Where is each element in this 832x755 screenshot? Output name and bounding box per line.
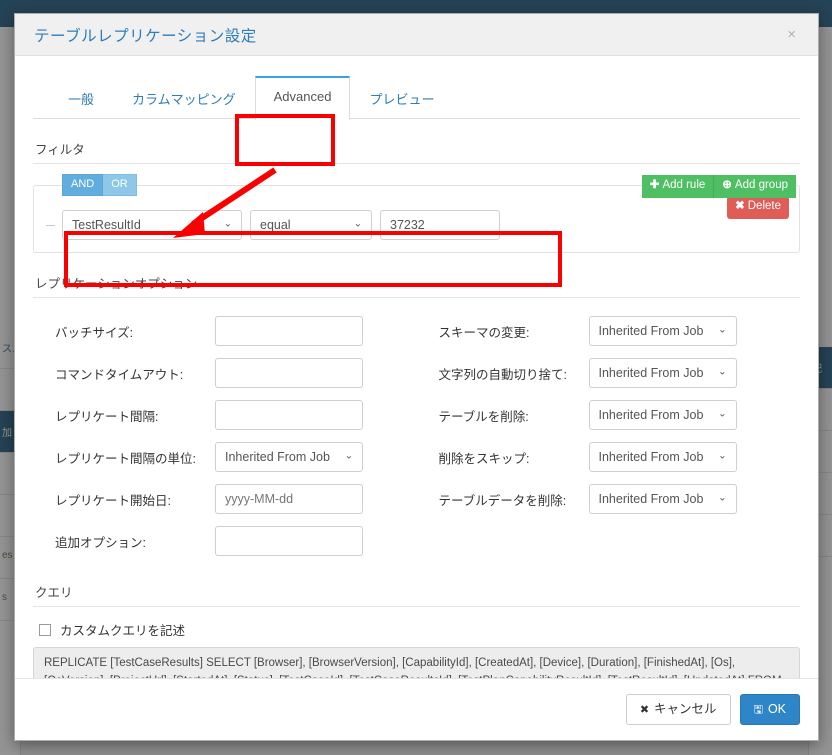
cross-icon: ✖ xyxy=(735,200,745,212)
option-row-skip-deletes: 削除をスキップ: Inherited From Job ⌄ xyxy=(417,436,801,478)
chevron-down-icon: ⌄ xyxy=(718,366,727,378)
replicate-interval-input[interactable] xyxy=(215,400,363,430)
select-value: Inherited From Job xyxy=(598,366,704,380)
and-or-toggle-group: AND OR xyxy=(62,174,137,196)
add-rule-label: Add rule xyxy=(662,179,706,191)
custom-query-row: カスタムクエリを記述 xyxy=(33,611,800,647)
option-label: コマンドタイムアウト: xyxy=(55,367,184,382)
table-replication-settings-dialog: テーブルレプリケーション設定 × 一般 カラムマッピング Advanced プレ… xyxy=(14,13,819,741)
rule-connector-line xyxy=(46,225,55,226)
replication-options-section-title: レプリケーションオプション xyxy=(33,262,800,298)
dialog-footer: ✖ キャンセル 🖫 OK xyxy=(15,678,818,740)
chevron-down-icon: ⌄ xyxy=(718,324,727,336)
command-timeout-input[interactable] xyxy=(215,358,363,388)
schema-change-select[interactable]: Inherited From Job ⌄ xyxy=(588,316,737,346)
option-row-replicate-interval: レプリケート間隔: xyxy=(33,394,417,436)
option-row-additional-options: 追加オプション: xyxy=(33,520,417,562)
select-value: Inherited From Job xyxy=(225,450,330,464)
replicate-interval-unit-select[interactable]: Inherited From Job ⌄ xyxy=(215,442,363,472)
save-icon: 🖫 xyxy=(753,704,763,716)
option-label: スキーマの変更: xyxy=(438,325,530,340)
rule-operator-select[interactable]: equal ⌄ xyxy=(250,210,372,240)
option-label: 削除をスキップ: xyxy=(438,451,530,466)
option-label: テーブルデータを削除: xyxy=(438,493,567,508)
option-row-schema-change: スキーマの変更: Inherited From Job ⌄ xyxy=(417,310,801,352)
select-value: Inherited From Job xyxy=(598,324,704,338)
chevron-down-icon: ⌄ xyxy=(353,218,362,230)
sql-query-text: REPLICATE [TestCaseResults] SELECT [Brow… xyxy=(44,657,782,678)
rule-operator-value: equal xyxy=(260,218,291,232)
option-label: テーブルを削除: xyxy=(438,409,529,424)
truncate-table-data-select[interactable]: Inherited From Job ⌄ xyxy=(588,484,737,514)
skip-deletes-select[interactable]: Inherited From Job ⌄ xyxy=(588,442,737,472)
drop-table-select[interactable]: Inherited From Job ⌄ xyxy=(588,400,737,430)
query-section-title: クエリ xyxy=(33,571,800,607)
delete-rule-label: Delete xyxy=(747,200,781,212)
sql-query-textarea[interactable]: REPLICATE [TestCaseResults] SELECT [Brow… xyxy=(33,647,800,678)
replication-options: バッチサイズ: コマンドタイムアウト: レプリケート間隔: レプリケート間隔の単… xyxy=(33,298,800,562)
chevron-down-icon: ⌄ xyxy=(223,218,232,230)
custom-query-checkbox[interactable] xyxy=(39,623,51,636)
close-icon[interactable]: × xyxy=(781,25,802,44)
cancel-label: キャンセル xyxy=(654,702,717,716)
option-row-drop-table: テーブルを削除: Inherited From Job ⌄ xyxy=(417,394,801,436)
tab-column-mapping[interactable]: カラムマッピング xyxy=(113,76,255,120)
replicate-start-date-input[interactable] xyxy=(215,484,363,514)
cross-icon: ✖ xyxy=(639,704,650,716)
option-row-auto-truncate-strings: 文字列の自動切り捨て: Inherited From Job ⌄ xyxy=(417,352,801,394)
select-value: Inherited From Job xyxy=(598,408,704,422)
batch-size-input[interactable] xyxy=(215,316,363,346)
dialog-header: テーブルレプリケーション設定 × xyxy=(15,14,818,56)
ok-button[interactable]: 🖫 OK xyxy=(739,694,800,725)
select-value: Inherited From Job xyxy=(598,450,704,464)
tab-advanced[interactable]: Advanced xyxy=(254,76,351,120)
rule-field-select[interactable]: TestResultId ⌄ xyxy=(62,210,242,240)
replication-options-left-column: バッチサイズ: コマンドタイムアウト: レプリケート間隔: レプリケート間隔の単… xyxy=(33,310,417,562)
query-section: カスタムクエリを記述 REPLICATE [TestCaseResults] S… xyxy=(33,607,800,678)
filter-rule-row: TestResultId ⌄ equal ⌄ ✖Delete xyxy=(44,196,789,240)
select-value: Inherited From Job xyxy=(598,492,704,506)
option-row-truncate-table-data: テーブルデータを削除: Inherited From Job ⌄ xyxy=(417,478,801,520)
filter-section-title: フィルタ xyxy=(33,128,800,164)
additional-options-input[interactable] xyxy=(215,526,363,556)
add-group-button[interactable]: ⊕ Add group xyxy=(713,175,796,198)
option-row-replicate-start-date: レプリケート開始日: xyxy=(33,478,417,520)
add-buttons-group: ✚ Add rule ⊕ Add group xyxy=(641,175,796,198)
option-label: レプリケート開始日: xyxy=(55,493,171,508)
and-button[interactable]: AND xyxy=(62,174,104,196)
filter-builder: AND OR ✚ Add rule ⊕ Add group TestResultId… xyxy=(33,164,800,253)
auto-truncate-strings-select[interactable]: Inherited From Job ⌄ xyxy=(588,358,737,388)
delete-rule-button[interactable]: ✖ Delete xyxy=(727,196,789,219)
option-label: 文字列の自動切り捨て: xyxy=(438,367,567,382)
or-button[interactable]: OR xyxy=(103,174,137,196)
chevron-down-icon: ⌄ xyxy=(718,408,727,420)
cancel-button[interactable]: ✖ キャンセル xyxy=(625,694,731,725)
rule-field-value: TestResultId xyxy=(72,218,141,232)
custom-query-label: カスタムクエリを記述 xyxy=(60,624,186,638)
option-label: レプリケート間隔: xyxy=(55,409,159,424)
plus-icon: ✚ xyxy=(649,179,660,191)
option-label: 追加オプション: xyxy=(55,535,146,550)
option-label: バッチサイズ: xyxy=(55,325,134,340)
tab-preview[interactable]: プレビュー xyxy=(350,76,453,120)
option-row-command-timeout: コマンドタイムアウト: xyxy=(33,352,417,394)
chevron-down-icon: ⌄ xyxy=(344,450,353,462)
chevron-down-icon: ⌄ xyxy=(718,450,727,462)
dialog-body: 一般 カラムマッピング Advanced プレビュー フィルタ AND OR ✚… xyxy=(15,56,818,678)
option-row-batch-size: バッチサイズ: xyxy=(33,310,417,352)
chevron-down-icon: ⌄ xyxy=(718,492,727,504)
ok-label: OK xyxy=(767,702,786,716)
tab-bar: 一般 カラムマッピング Advanced プレビュー xyxy=(33,76,800,120)
option-label: レプリケート間隔の単位: xyxy=(55,451,196,466)
plus-circle-icon: ⊕ xyxy=(722,179,732,191)
rule-value-input[interactable] xyxy=(380,210,500,240)
add-group-label: Add group xyxy=(734,179,788,191)
option-row-replicate-interval-unit: レプリケート間隔の単位: Inherited From Job ⌄ xyxy=(33,436,417,478)
tab-general[interactable]: 一般 xyxy=(49,76,113,120)
dialog-title: テーブルレプリケーション設定 xyxy=(34,27,257,45)
add-rule-button[interactable]: ✚ Add rule xyxy=(641,175,714,198)
replication-options-right-column: スキーマの変更: Inherited From Job ⌄ 文字列の自動切り捨て… xyxy=(417,310,801,562)
